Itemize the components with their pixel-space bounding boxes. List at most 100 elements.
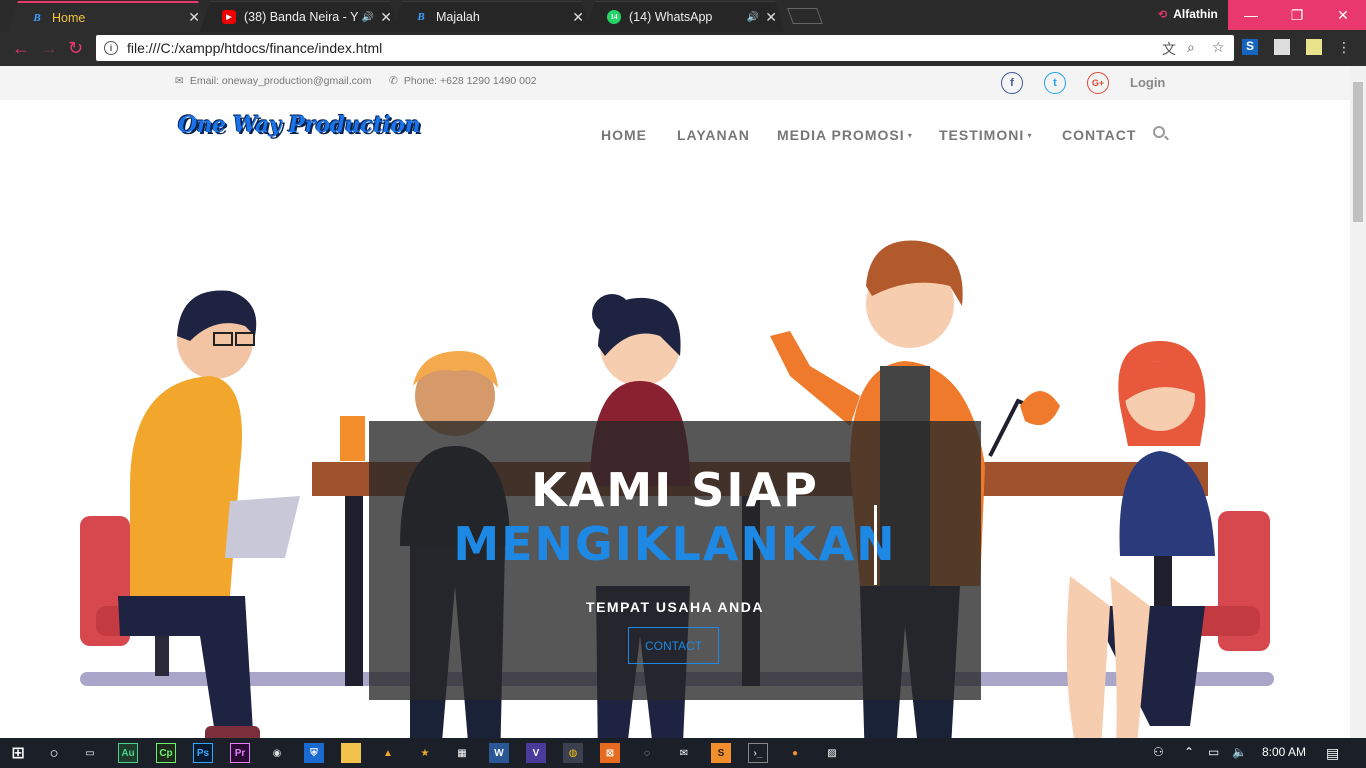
premiere-icon[interactable]: Pr	[230, 743, 250, 763]
close-icon[interactable]: ✕	[188, 9, 200, 26]
xampp-icon[interactable]: ⊠	[600, 743, 620, 763]
phone-info: ✆ Phone: +628 1290 1490 002	[389, 75, 537, 87]
caret-down-icon: ▾	[1024, 131, 1033, 140]
restore-button[interactable]: ❐	[1274, 0, 1320, 30]
nav-contact[interactable]: CONTACT	[1062, 127, 1136, 143]
site-logo[interactable]: One Way Production	[178, 112, 421, 138]
login-link[interactable]: Login	[1130, 75, 1165, 90]
hero-section: KAMI SIAP MENGIKLANKAN TEMPAT USAHA ANDA…	[0, 166, 1350, 738]
phone-text: Phone: +628 1290 1490 002	[403, 75, 537, 87]
twitter-icon[interactable]: t	[1044, 72, 1066, 94]
hero-contact-button[interactable]: CONTACT	[628, 627, 719, 664]
network-icon[interactable]: ▭	[1208, 745, 1219, 759]
mail-icon[interactable]: ✉	[674, 743, 694, 763]
profile-button[interactable]: ⟲ Alfathin	[1158, 7, 1218, 21]
caret-down-icon: ▾	[904, 131, 913, 140]
hero-subtitle: TEMPAT USAHA ANDA	[586, 599, 764, 615]
file-explorer-icon[interactable]	[341, 743, 361, 763]
audition-icon[interactable]: Au	[118, 743, 138, 763]
nav-label: MEDIA PROMOSI	[777, 127, 905, 143]
nav-home[interactable]: HOME	[601, 127, 647, 143]
app-circle-icon[interactable]: ◌	[637, 743, 657, 763]
typing-cursor	[874, 505, 877, 585]
tab-title: Majalah	[436, 10, 480, 24]
chrome-icon[interactable]: ◍	[563, 743, 583, 763]
tab-title: (38) Banda Neira - Ya	[244, 10, 358, 24]
security-icon[interactable]: ⛨	[304, 743, 324, 763]
nav-layanan[interactable]: LAYANAN	[677, 127, 750, 143]
extension-page-icon[interactable]	[1274, 39, 1290, 55]
task-view-icon[interactable]: ▭	[80, 743, 100, 763]
search-icon[interactable]	[1153, 126, 1165, 138]
volume-icon[interactable]: 🔈	[1232, 745, 1247, 759]
photos-icon[interactable]: ▨	[822, 743, 842, 763]
hero-title-line2: MENGIKLANKAN	[453, 517, 897, 571]
nav-media-promosi[interactable]: MEDIA PROMOSI ▾	[777, 127, 913, 143]
word-icon[interactable]: W	[489, 743, 509, 763]
tab-majalah[interactable]: B Majalah ✕	[392, 1, 592, 32]
tab-youtube[interactable]: ▶ (38) Banda Neira - Ya 🔊 ✕	[200, 1, 400, 32]
clock-time[interactable]: 8:00 AM	[1262, 745, 1306, 759]
address-bar[interactable]: i file:///C:/xampp/htdocs/finance/index.…	[96, 35, 1234, 61]
sublime-icon[interactable]: S	[711, 743, 731, 763]
translate-icon[interactable]: 文	[1162, 39, 1176, 59]
google-plus-icon[interactable]: G+	[1087, 72, 1109, 94]
email-text: Email: oneway_production@gmail.com	[189, 75, 372, 87]
facebook-icon[interactable]: f	[1001, 72, 1023, 94]
forward-icon[interactable]: →	[40, 38, 58, 59]
page-scrollbar[interactable]	[1350, 66, 1366, 738]
close-icon[interactable]: ✕	[572, 9, 584, 26]
tab-title: (14) WhatsApp	[629, 10, 713, 24]
nav-testimoni[interactable]: TESTIMONI ▾	[939, 127, 1032, 143]
tray-chevron-icon[interactable]: ⌃	[1184, 745, 1194, 759]
scrollbar-thumb[interactable]	[1353, 82, 1363, 222]
phone-icon: ✆	[389, 75, 398, 87]
extension-note-icon[interactable]	[1306, 39, 1322, 55]
minimize-button[interactable]: —	[1228, 0, 1274, 30]
speaker-icon[interactable]: 🔊	[747, 12, 759, 23]
whatsapp-icon: 14	[607, 10, 621, 24]
people-icon[interactable]: ⚇	[1153, 745, 1164, 759]
extension-s-icon[interactable]: S	[1242, 39, 1258, 55]
blogger-icon: B	[417, 11, 425, 23]
contact-bar: ✉ Email: oneway_production@gmail.com ✆ P…	[0, 66, 1350, 100]
reload-icon[interactable]: ↻	[68, 38, 83, 59]
browser-tab-bar: B Home ✕ ▶ (38) Banda Neira - Ya 🔊 ✕ B M…	[0, 0, 1366, 32]
profile-name: Alfathin	[1173, 7, 1218, 21]
sync-error-icon: ⟲	[1158, 8, 1168, 21]
windows-start-icon[interactable]: ⊞	[8, 743, 28, 763]
tab-whatsapp[interactable]: 14 (14) WhatsApp 🔊 ✕	[585, 1, 785, 32]
character-icon[interactable]: Cp	[156, 743, 176, 763]
info-icon[interactable]: i	[104, 41, 118, 55]
app-triangle-icon[interactable]: ▲	[378, 743, 398, 763]
windows-taskbar: ⊞ ○ ▭ Au Cp Ps Pr ◉ ⛨ ▲ ★ ▦ W V ◍ ⊠ ◌ ✉ …	[0, 738, 1366, 768]
app-grid-icon[interactable]: ▦	[452, 743, 472, 763]
tab-home[interactable]: B Home ✕	[8, 1, 208, 32]
notifications-icon[interactable]: ▤	[1326, 745, 1339, 762]
photoshop-icon[interactable]: Ps	[193, 743, 213, 763]
terminal-icon[interactable]: ›_	[748, 743, 768, 763]
cortana-icon[interactable]: ○	[44, 743, 64, 763]
app-icon[interactable]: ◉	[267, 743, 287, 763]
envelope-icon: ✉	[175, 75, 184, 87]
back-icon[interactable]: ←	[12, 38, 30, 59]
close-icon[interactable]: ✕	[380, 9, 392, 26]
zoom-icon[interactable]: ⌕	[1187, 39, 1195, 56]
window-close-button[interactable]: ✕	[1320, 0, 1366, 30]
email-info: ✉ Email: oneway_production@gmail.com	[175, 75, 371, 87]
youtube-icon: ▶	[222, 10, 236, 24]
speaker-icon[interactable]: 🔊	[362, 12, 374, 23]
hero-title-line1: KAMI SIAP	[531, 463, 819, 517]
menu-dots-icon[interactable]: ⋮	[1336, 39, 1352, 55]
star-icon[interactable]: ★	[415, 743, 435, 763]
app-flame-icon[interactable]: ●	[785, 743, 805, 763]
hero-overlay: KAMI SIAP MENGIKLANKAN TEMPAT USAHA ANDA…	[369, 421, 981, 700]
close-icon[interactable]: ✕	[765, 9, 777, 26]
nav-label: TESTIMONI	[939, 127, 1025, 143]
bookmark-star-icon[interactable]: ☆	[1212, 39, 1225, 56]
web-page: ✉ Email: oneway_production@gmail.com ✆ P…	[0, 66, 1350, 738]
blogger-icon: B	[33, 11, 41, 24]
new-tab-button[interactable]	[787, 8, 823, 24]
visual-studio-icon[interactable]: V	[526, 743, 546, 763]
url-text: file:///C:/xampp/htdocs/finance/index.ht…	[127, 40, 383, 56]
